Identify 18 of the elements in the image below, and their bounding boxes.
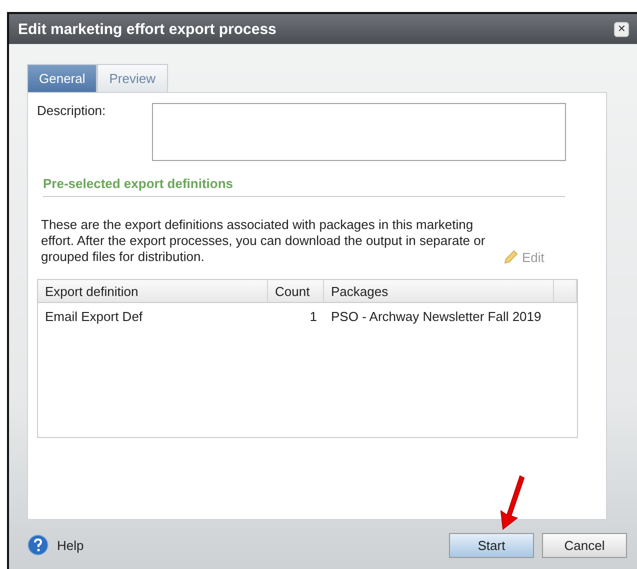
section-title: Pre-selected export definitions	[43, 176, 233, 191]
help-icon[interactable]	[27, 534, 49, 556]
cancel-button[interactable]: Cancel	[542, 532, 627, 558]
close-button[interactable]: ✕	[614, 22, 629, 36]
column-header[interactable]: Export definition	[38, 280, 268, 303]
description-label: Description:	[37, 103, 106, 120]
column-header[interactable]: Packages	[324, 280, 554, 303]
pencil-icon	[503, 249, 519, 265]
window-title: Edit marketing effort export process	[18, 20, 276, 38]
tab[interactable]: General	[27, 64, 98, 92]
help-link[interactable]: Help	[57, 538, 441, 552]
table-cell-text: 1	[308, 308, 318, 326]
info-text: These are the export definitions associated with packages in this marketing effort. After the export processes, you can download the output in separate or grouped files for distribution.	[41, 217, 486, 265]
table-cell-text: Email Export Def	[44, 308, 144, 326]
column-header[interactable]: Count	[268, 280, 324, 303]
description-field[interactable]	[152, 103, 566, 161]
table-cell-text: PSO - Archway Newsletter Fall 2019	[330, 308, 542, 326]
start-button[interactable]: Start	[449, 532, 534, 558]
